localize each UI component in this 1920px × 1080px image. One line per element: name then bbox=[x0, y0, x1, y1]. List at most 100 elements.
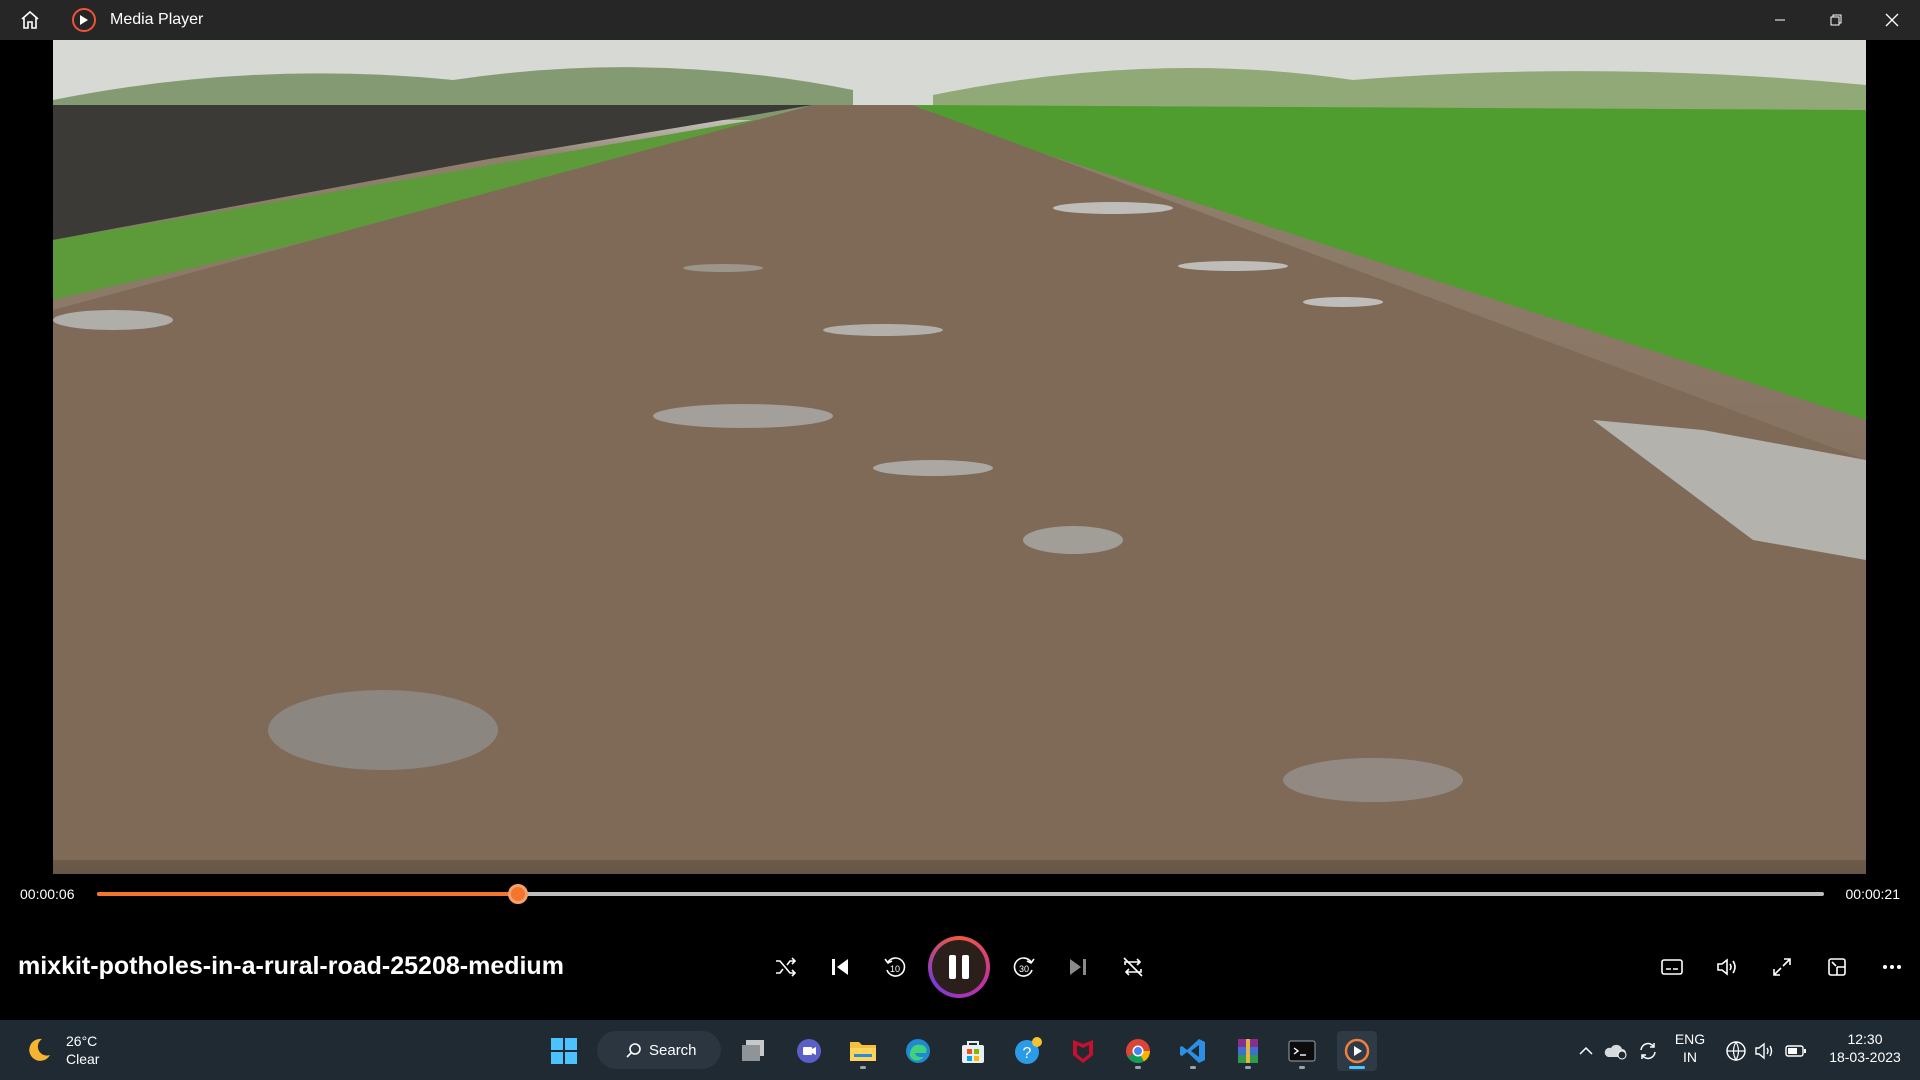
start-button[interactable] bbox=[544, 1031, 584, 1071]
active-indicator bbox=[1349, 1066, 1365, 1069]
sync-icon bbox=[1640, 1042, 1656, 1060]
volume-button[interactable] bbox=[1707, 947, 1747, 987]
file-explorer-button[interactable] bbox=[843, 1031, 883, 1071]
close-button[interactable] bbox=[1864, 0, 1920, 40]
chrome-icon bbox=[1126, 1039, 1150, 1064]
total-time: 00:00:21 bbox=[1845, 886, 1901, 902]
shuffle-icon bbox=[776, 957, 797, 977]
previous-icon bbox=[832, 959, 848, 975]
chevron-up-icon bbox=[1579, 1046, 1593, 1055]
speaker-icon bbox=[1755, 1042, 1773, 1060]
running-indicator bbox=[860, 1066, 866, 1069]
language-region: IN bbox=[1683, 1049, 1697, 1065]
search-label: Search bbox=[649, 1041, 697, 1059]
window-controls bbox=[1752, 0, 1920, 40]
file-explorer-icon bbox=[850, 1042, 876, 1061]
running-indicator bbox=[1299, 1066, 1305, 1069]
forward-30-icon: 30 bbox=[1013, 957, 1035, 977]
repeat-button[interactable] bbox=[1113, 947, 1153, 987]
pause-icon bbox=[932, 940, 986, 994]
title-bar: Media Player bbox=[0, 0, 1920, 40]
vscode-icon bbox=[1180, 1039, 1205, 1063]
onedrive-tray-button[interactable] bbox=[1603, 1039, 1627, 1063]
mini-player-button[interactable] bbox=[1817, 947, 1857, 987]
battery-icon bbox=[1785, 1045, 1806, 1057]
more-options-button[interactable] bbox=[1872, 947, 1912, 987]
help-button[interactable]: ? bbox=[1008, 1031, 1048, 1071]
home-button[interactable] bbox=[0, 0, 60, 40]
cloud-sync-icon bbox=[1604, 1044, 1627, 1060]
chrome-button[interactable] bbox=[1118, 1031, 1158, 1071]
video-image bbox=[53, 40, 1866, 874]
restore-icon bbox=[1830, 14, 1842, 26]
taskbar-search[interactable]: Search bbox=[597, 1031, 721, 1069]
network-tray-button[interactable] bbox=[1724, 1039, 1748, 1063]
home-icon bbox=[21, 10, 39, 29]
task-view-button[interactable] bbox=[734, 1031, 774, 1071]
mcafee-button[interactable] bbox=[1063, 1031, 1103, 1071]
svg-text:?: ? bbox=[1023, 1045, 1032, 1062]
current-time: 00:00:06 bbox=[20, 886, 75, 902]
vscode-button[interactable] bbox=[1173, 1031, 1213, 1071]
media-player-taskbar-button[interactable] bbox=[1337, 1031, 1377, 1071]
previous-button[interactable] bbox=[820, 947, 860, 987]
media-player-logo-icon bbox=[72, 8, 96, 32]
task-view-icon bbox=[742, 1040, 764, 1061]
battery-tray-button[interactable] bbox=[1784, 1039, 1808, 1063]
globe-icon bbox=[1726, 1041, 1746, 1062]
more-icon bbox=[1883, 965, 1901, 969]
moon-icon bbox=[29, 1038, 50, 1061]
minimize-button[interactable] bbox=[1752, 0, 1808, 40]
pause-button[interactable] bbox=[928, 936, 990, 998]
subtitles-button[interactable] bbox=[1652, 947, 1692, 987]
edge-icon bbox=[906, 1039, 930, 1063]
running-indicator bbox=[1135, 1066, 1141, 1069]
repeat-icon bbox=[1123, 957, 1143, 977]
store-button[interactable] bbox=[953, 1031, 993, 1071]
winrar-button[interactable] bbox=[1228, 1031, 1268, 1071]
minimize-icon bbox=[1775, 19, 1785, 21]
seek-progress bbox=[97, 892, 519, 896]
forward-30-button[interactable]: 30 bbox=[1004, 947, 1044, 987]
volume-tray-button[interactable] bbox=[1752, 1039, 1776, 1063]
next-button[interactable] bbox=[1058, 947, 1098, 987]
restore-button[interactable] bbox=[1808, 0, 1864, 40]
clock-time: 12:30 bbox=[1847, 1031, 1883, 1047]
winrar-icon bbox=[1238, 1039, 1258, 1063]
weather-condition: Clear bbox=[66, 1051, 100, 1067]
language-indicator[interactable]: ENG IN bbox=[1672, 1030, 1708, 1066]
subtitles-icon bbox=[1661, 959, 1683, 975]
forward-label: 30 bbox=[1019, 964, 1029, 974]
fullscreen-icon bbox=[1773, 958, 1791, 976]
video-title: mixkit-potholes-in-a-rural-road-25208-me… bbox=[18, 952, 564, 980]
clock-date: 18-03-2023 bbox=[1829, 1049, 1901, 1065]
store-icon bbox=[962, 1041, 984, 1063]
help-icon: ? bbox=[1015, 1037, 1042, 1064]
terminal-button[interactable] bbox=[1282, 1031, 1322, 1071]
volume-icon bbox=[1717, 958, 1736, 976]
close-icon bbox=[1885, 13, 1899, 27]
rewind-10-icon: 10 bbox=[884, 957, 906, 977]
meet-button[interactable] bbox=[789, 1031, 829, 1071]
meet-icon bbox=[797, 1039, 821, 1063]
weather-widget[interactable]: 26°C Clear bbox=[24, 1032, 99, 1068]
rewind-label: 10 bbox=[890, 964, 900, 974]
sync-tray-button[interactable] bbox=[1636, 1039, 1660, 1063]
running-indicator bbox=[1245, 1066, 1251, 1069]
seek-bar[interactable] bbox=[97, 884, 1824, 904]
show-hidden-icons-button[interactable] bbox=[1574, 1039, 1598, 1063]
terminal-icon bbox=[1288, 1040, 1316, 1062]
fullscreen-button[interactable] bbox=[1762, 947, 1802, 987]
video-frame[interactable] bbox=[0, 40, 1920, 874]
media-player-icon bbox=[1344, 1038, 1370, 1064]
road-scene-image bbox=[53, 40, 1866, 874]
language-code: ENG bbox=[1674, 1031, 1706, 1047]
rewind-10-button[interactable]: 10 bbox=[875, 947, 915, 987]
weather-temperature: 26°C bbox=[66, 1033, 98, 1049]
running-indicator bbox=[1190, 1066, 1196, 1069]
search-icon bbox=[626, 1043, 641, 1058]
clock[interactable]: 12:30 18-03-2023 bbox=[1820, 1030, 1910, 1066]
edge-button[interactable] bbox=[898, 1031, 938, 1071]
shuffle-button[interactable] bbox=[766, 947, 806, 987]
next-icon bbox=[1070, 959, 1086, 975]
